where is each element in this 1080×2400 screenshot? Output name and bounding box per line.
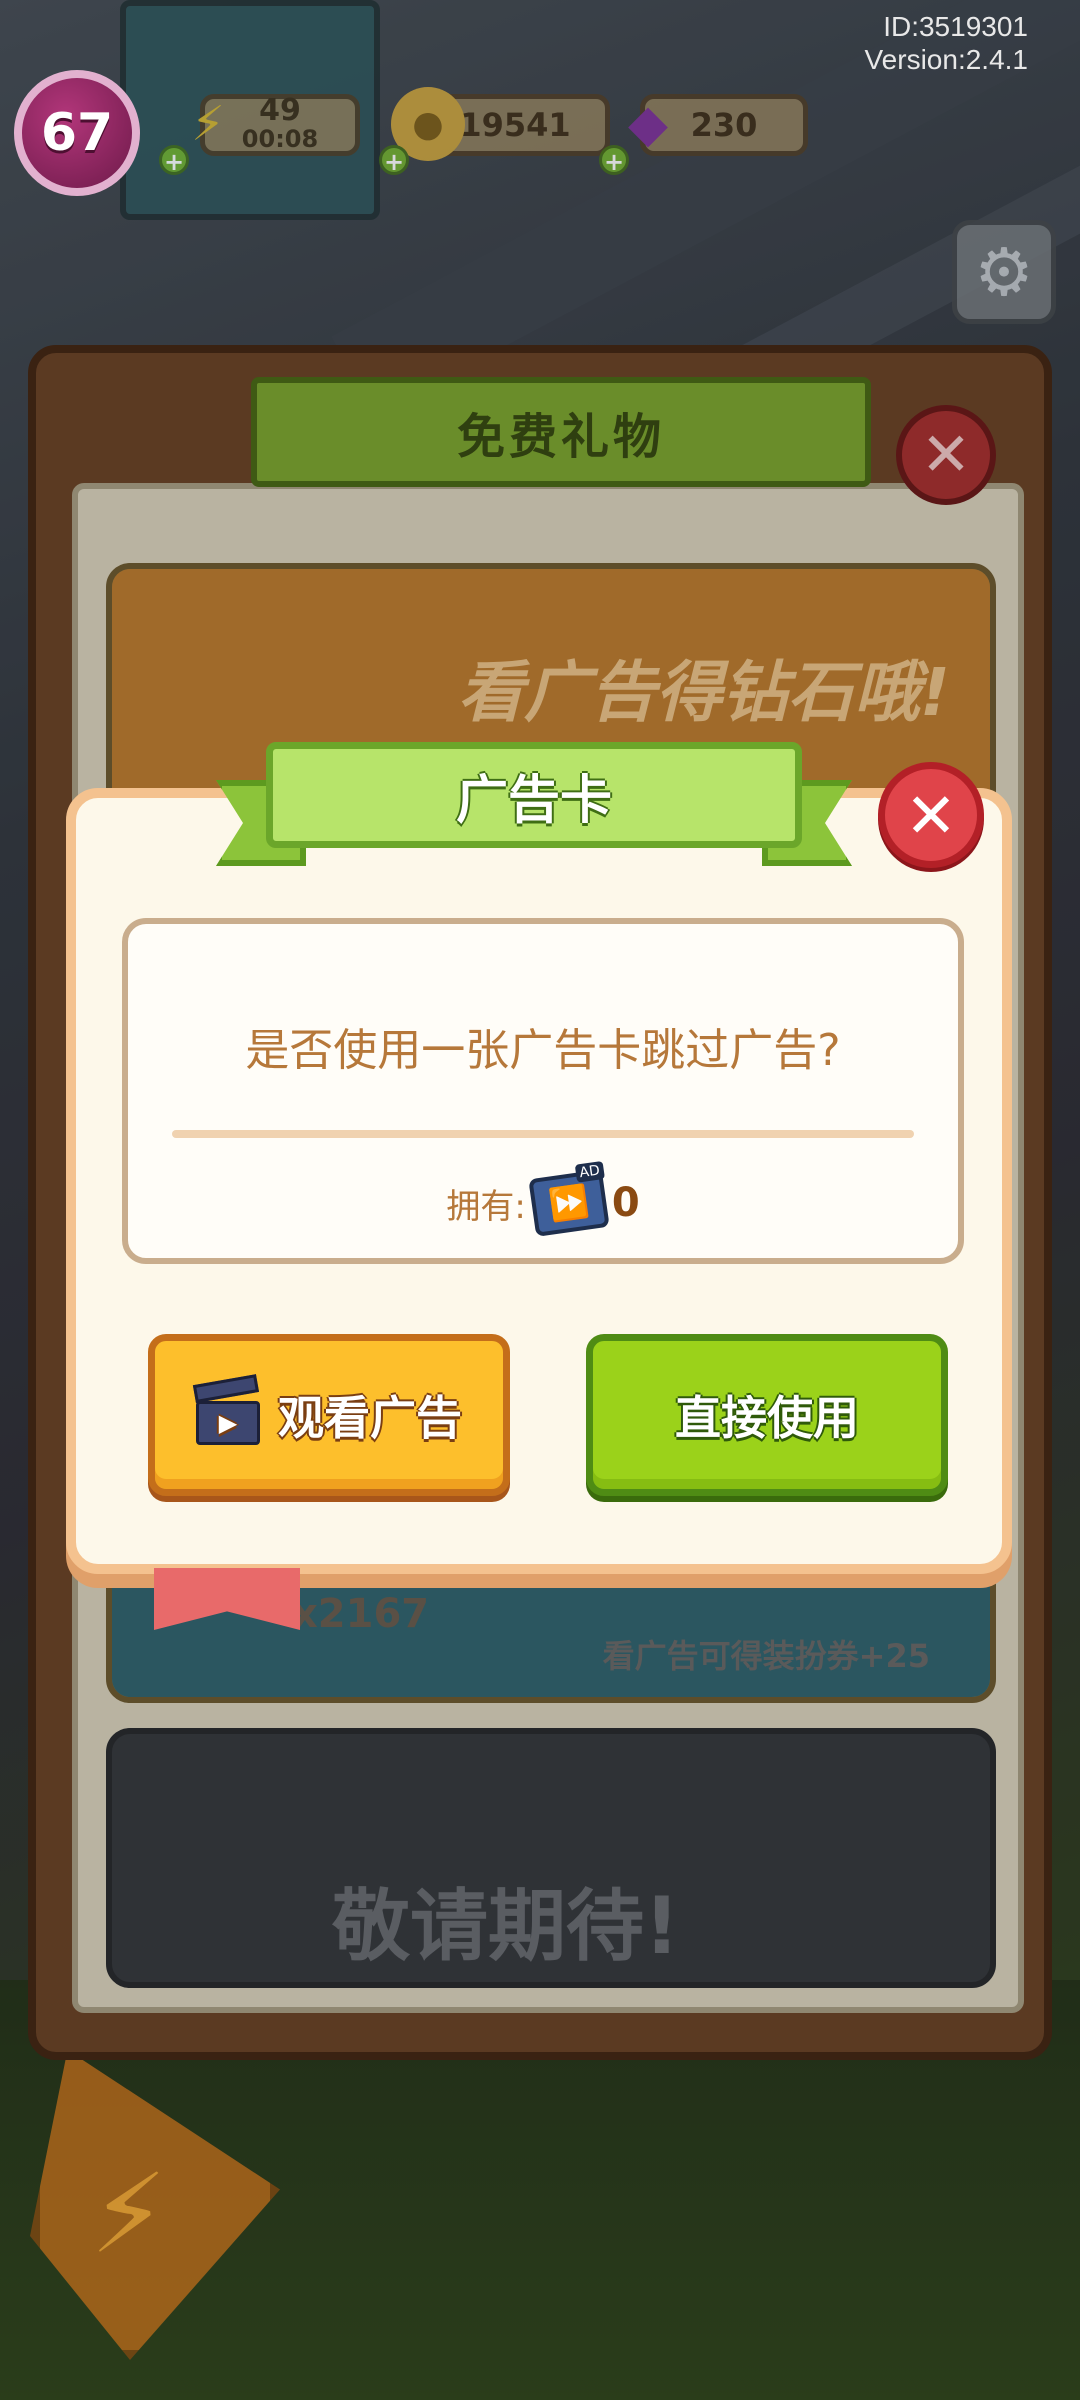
- dialog-title-ribbon: 广告卡: [216, 742, 852, 868]
- watch-ad-label: 观看广告: [278, 1391, 462, 1445]
- use-directly-label: 直接使用: [675, 1391, 859, 1445]
- energy-timer: 00:08: [241, 125, 319, 153]
- use-directly-button[interactable]: 直接使用: [586, 1334, 948, 1496]
- plus-icon: +: [159, 145, 189, 176]
- plus-icon: +: [599, 145, 629, 176]
- plus-icon: +: [379, 145, 409, 176]
- watch-ad-button[interactable]: ▶ 观看广告: [148, 1334, 510, 1496]
- close-icon: ✕: [920, 420, 972, 490]
- ad-gift-count: x2167: [292, 1591, 430, 1637]
- message-box: 是否使用一张广告卡跳过广告? 拥有: AD ⏩ 0: [122, 918, 964, 1264]
- energy-value: 49: [259, 93, 301, 128]
- lightning-icon: ⚡: [90, 2150, 168, 2278]
- lightning-icon: ⚡ +: [159, 87, 245, 176]
- dialog-title: 广告卡: [266, 742, 802, 848]
- gift-panel-title: 免费礼物: [251, 377, 871, 487]
- coin-icon: ● +: [379, 87, 465, 176]
- player-id: ID:3519301: [883, 11, 1028, 42]
- divider: [172, 1130, 914, 1138]
- coming-soon-card: 敬请期待!: [106, 1728, 996, 1988]
- level-badge[interactable]: 67: [14, 70, 140, 196]
- clapper-top: [192, 1374, 260, 1403]
- coming-soon-text: 敬请期待!: [332, 1882, 680, 1972]
- ad-gift-banner-text: 看广告得钻石哦!: [457, 654, 950, 731]
- owned-label: 拥有:: [446, 1186, 526, 1227]
- ad-card-icon: AD ⏩: [528, 1160, 610, 1237]
- gems-value: 230: [690, 106, 758, 144]
- close-icon: ✕: [905, 778, 957, 852]
- gem-icon: ◆ +: [599, 87, 685, 176]
- coins-value: 19541: [459, 106, 571, 144]
- owned-count: 0: [611, 1180, 640, 1226]
- gift-panel-close-button[interactable]: ✕: [896, 405, 996, 505]
- play-icon: ▶: [196, 1401, 260, 1445]
- gems-counter[interactable]: ◆ + 230: [599, 94, 808, 176]
- energy-counter[interactable]: ⚡ + 49 00:08: [159, 93, 360, 176]
- coins-counter[interactable]: ● + 19541: [379, 87, 610, 176]
- dialog-close-button[interactable]: ✕: [878, 762, 984, 868]
- owned-ad-cards: 拥有: AD ⏩ 0: [128, 1160, 958, 1237]
- fast-forward-icon: ⏩: [546, 1181, 592, 1225]
- account-info: ID:3519301 Version:2.4.1: [865, 10, 1028, 76]
- clapperboard-icon: ▶: [192, 1374, 260, 1445]
- ad-badge: AD: [574, 1160, 605, 1183]
- version-label: Version:2.4.1: [864, 44, 1028, 75]
- dialog-message: 是否使用一张广告卡跳过广告?: [245, 1025, 841, 1076]
- settings-button[interactable]: ⚙: [952, 220, 1056, 324]
- ad-gift-reward-text: 看广告可得装扮券+25: [602, 1637, 930, 1675]
- gear-icon: ⚙: [974, 233, 1034, 311]
- ad-card-dialog: 广告卡 ✕ 是否使用一张广告卡跳过广告? 拥有: AD ⏩ 0 ▶ 观看广告 直…: [66, 742, 1012, 1630]
